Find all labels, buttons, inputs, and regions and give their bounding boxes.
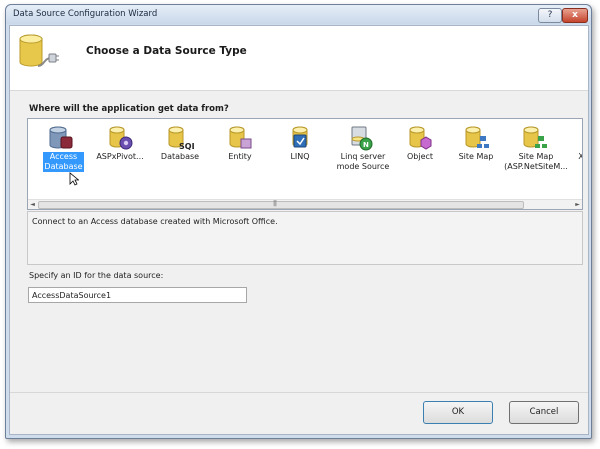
scroll-thumb[interactable]: |||: [38, 200, 524, 209]
entity-icon: [229, 126, 252, 149]
svg-text:SQL: SQL: [179, 142, 194, 151]
sitemap-datasource-icon: [523, 126, 547, 148]
linq-server-icon: N: [351, 126, 373, 151]
help-button[interactable]: ?: [538, 8, 562, 23]
footer-divider: [10, 392, 588, 393]
source-label: LINQ: [290, 152, 310, 161]
source-label: Access Database: [43, 152, 84, 172]
source-label: X: [574, 152, 582, 162]
source-item-xml[interactable]: X: [564, 119, 582, 201]
database-plug-icon: [19, 34, 59, 67]
sql-database-icon: SQL: [168, 126, 194, 151]
source-item-linq-server-mode[interactable]: N Linq server mode Source: [330, 119, 396, 201]
data-source-id-input[interactable]: [28, 287, 247, 303]
linq-icon: [292, 126, 308, 148]
source-item-site-map-aspnet[interactable]: Site Map (ASP.NetSiteM...: [504, 119, 568, 201]
sitemap-icon: [465, 126, 489, 148]
source-item-access-database[interactable]: Access Database: [30, 119, 90, 201]
source-label: Entity: [228, 152, 252, 161]
page-title: Choose a Data Source Type: [86, 45, 247, 57]
cancel-button[interactable]: Cancel: [509, 401, 579, 424]
source-description: Connect to an Access database created wi…: [32, 217, 278, 226]
source-label: ASPxPivot...: [96, 152, 144, 161]
data-source-list[interactable]: Access Database ASPxPivot... SQ Database…: [27, 118, 583, 210]
title-bar[interactable]: Data Source Configuration Wizard ? x: [6, 5, 591, 24]
source-item-object[interactable]: Object: [390, 119, 450, 201]
window-title: Data Source Configuration Wizard: [13, 9, 158, 19]
horizontal-scrollbar[interactable]: ◄ ||| ►: [28, 199, 582, 209]
pivot-gear-icon: [109, 126, 133, 150]
mouse-cursor-icon: [69, 172, 79, 186]
svg-text:N: N: [363, 141, 369, 149]
source-label: Database: [160, 152, 200, 161]
ok-button[interactable]: OK: [423, 401, 493, 424]
source-item-linq[interactable]: LINQ: [270, 119, 330, 201]
source-label: Site Map (ASP.NetSiteM...: [504, 152, 568, 171]
dialog-client: Choose a Data Source Type Where will the…: [9, 25, 589, 435]
wizard-header: Choose a Data Source Type: [10, 26, 588, 91]
close-button[interactable]: x: [562, 8, 588, 23]
source-item-entity[interactable]: Entity: [210, 119, 270, 201]
source-item-aspxpivot[interactable]: ASPxPivot...: [90, 119, 150, 201]
source-label: Object: [406, 152, 434, 161]
source-item-database[interactable]: SQL Database: [150, 119, 210, 201]
source-label: Site Map: [458, 152, 494, 161]
wizard-window: Data Source Configuration Wizard ? x Cho…: [5, 4, 592, 439]
source-question: Where will the application get data from…: [29, 104, 229, 114]
source-label: Linq server mode Source: [336, 152, 390, 171]
scroll-right-arrow-icon[interactable]: ►: [573, 200, 582, 209]
source-item-site-map[interactable]: Site Map: [446, 119, 506, 201]
id-label: Specify an ID for the data source:: [29, 271, 164, 280]
access-database-icon: [49, 126, 73, 149]
scroll-left-arrow-icon[interactable]: ◄: [28, 200, 37, 209]
scroll-grip-icon: |||: [273, 200, 277, 207]
object-icon: [409, 126, 432, 150]
source-description-panel: Connect to an Access database created wi…: [27, 211, 583, 265]
